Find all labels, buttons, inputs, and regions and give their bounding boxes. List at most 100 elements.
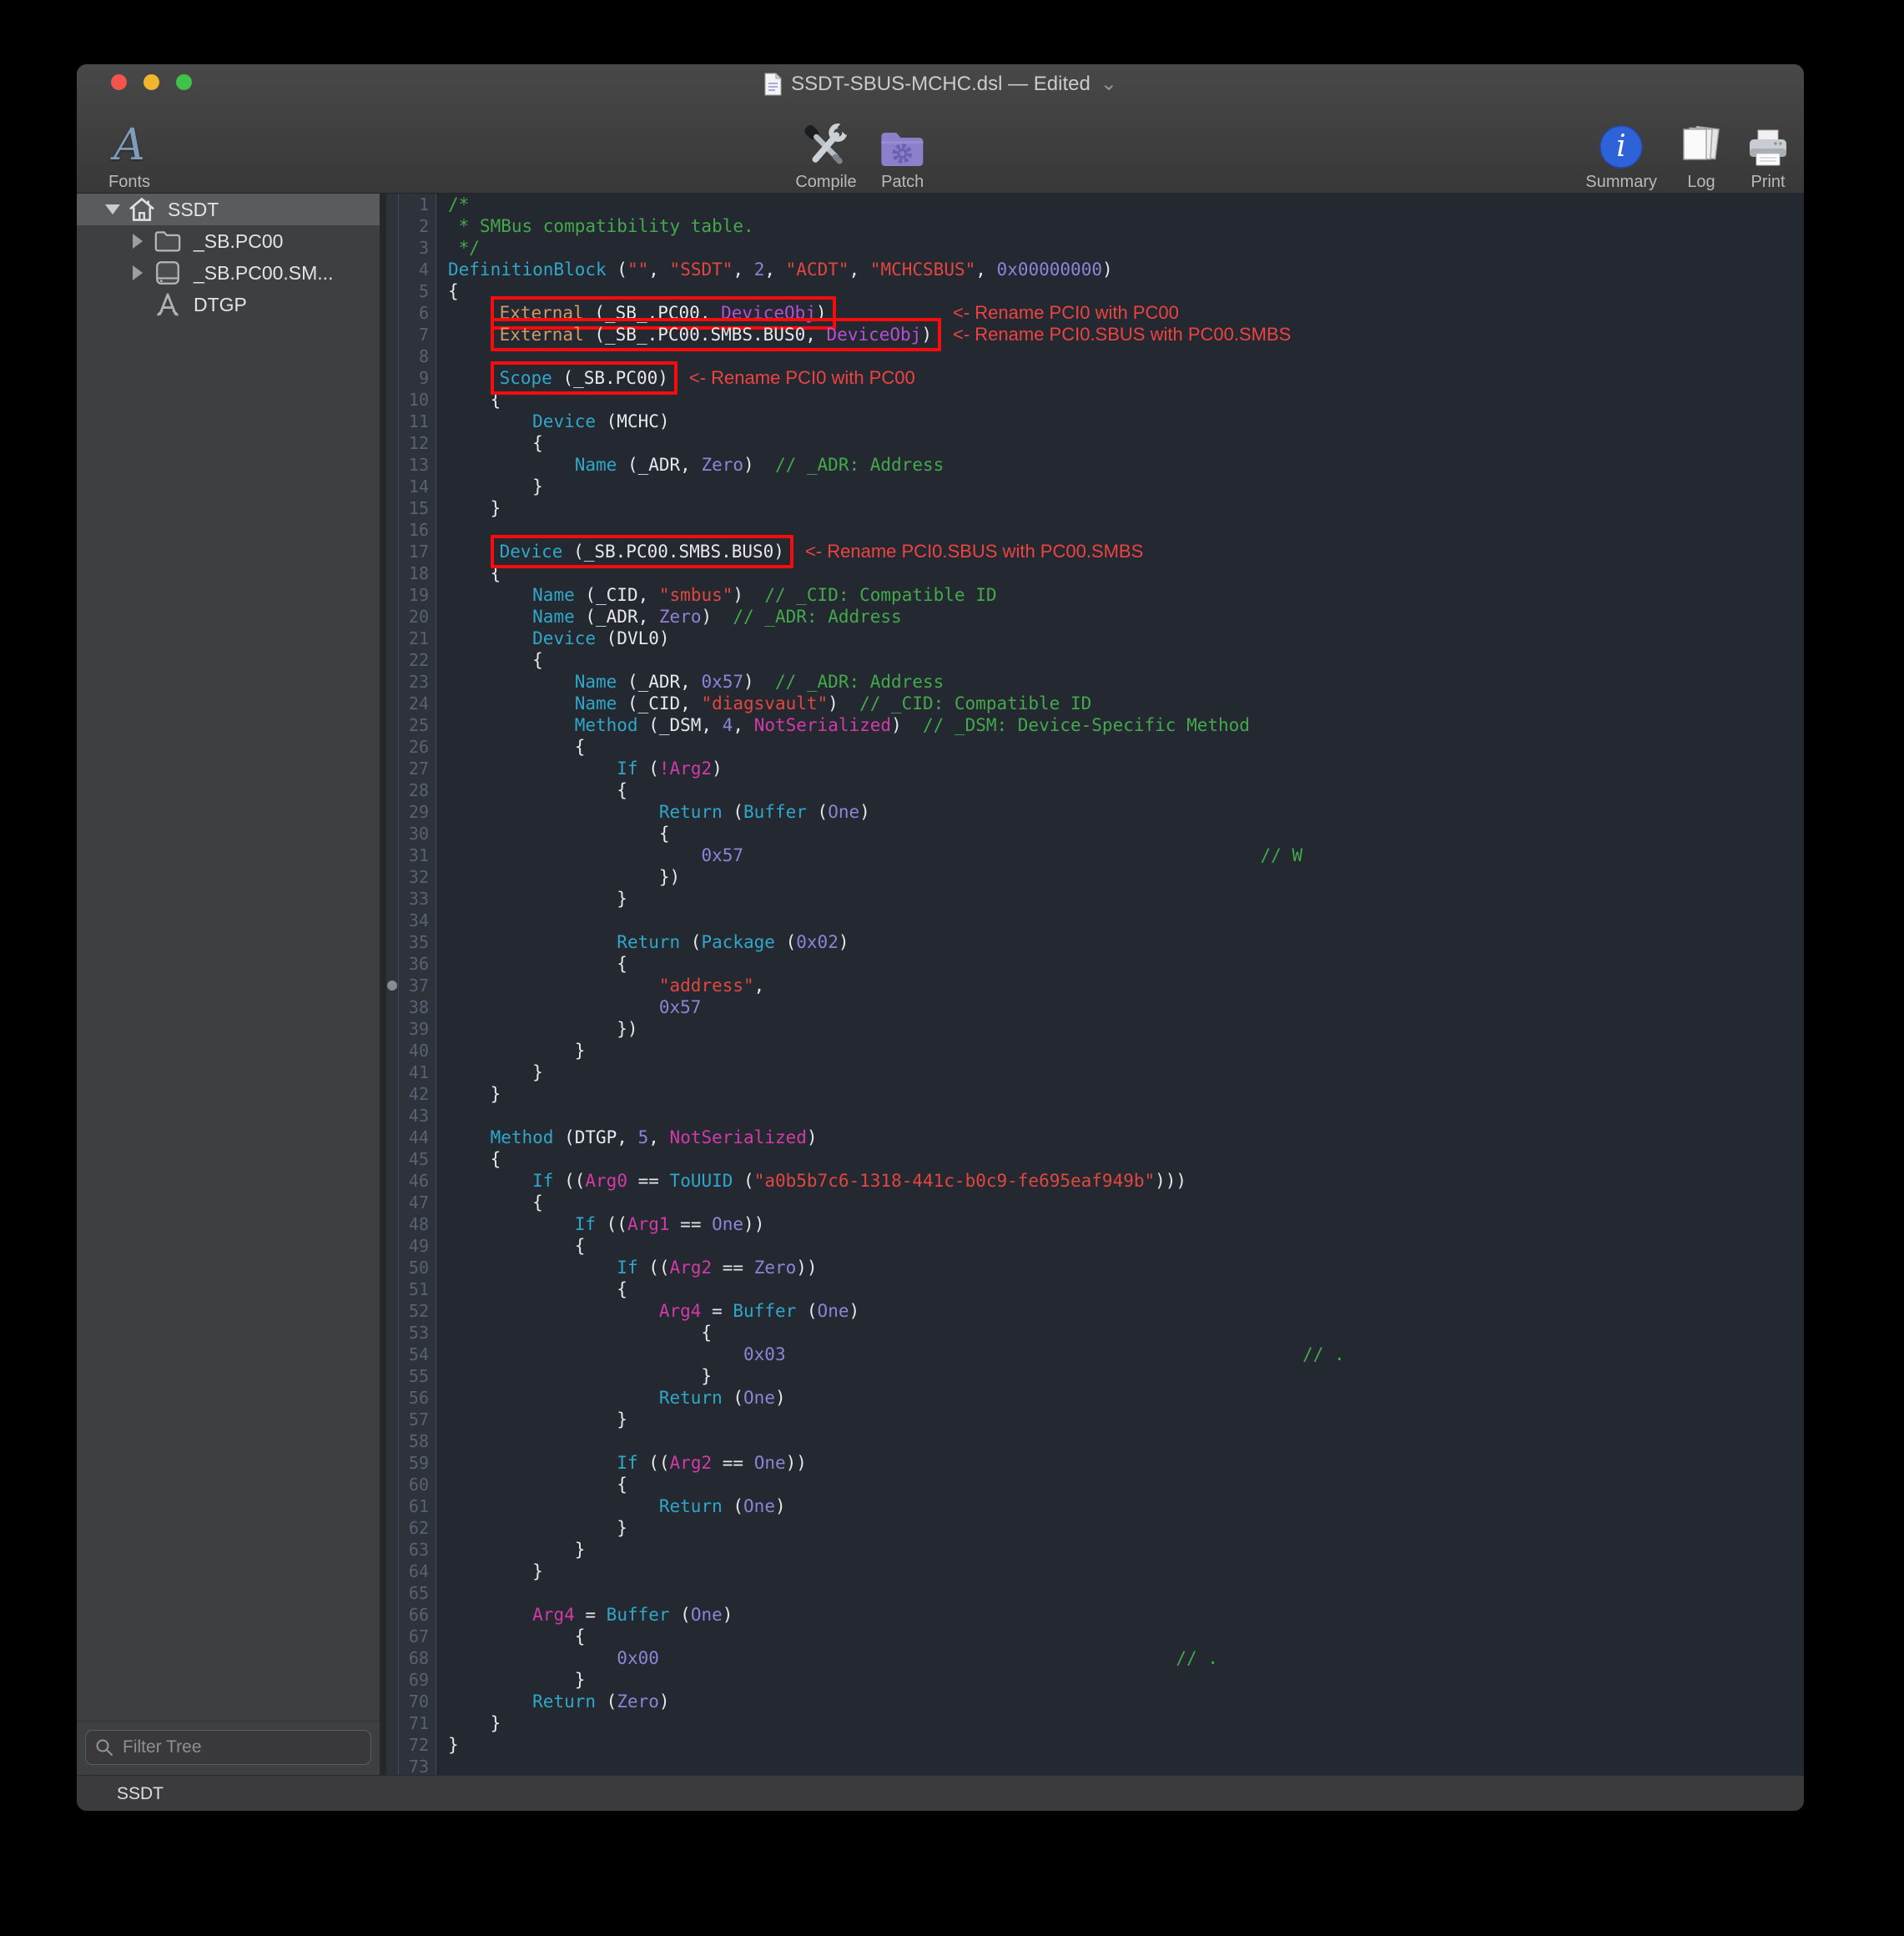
disclosure-collapsed-icon[interactable] [133, 234, 143, 249]
code-line[interactable]: 46 If ((Arg0 == ToUUID ("a0b5b7c6-1318-4… [386, 1170, 1804, 1192]
titlebar[interactable]: SSDT-SBUS-MCHC.dsl — Edited ⌄ [77, 64, 1804, 99]
code-token: ) [921, 325, 932, 345]
code-line[interactable]: 30 { [386, 823, 1804, 844]
code-line[interactable]: 22 { [386, 649, 1804, 671]
code-line[interactable]: 17 Device (_SB.PC00.SMBS.BUS0)<- Rename … [386, 541, 1804, 562]
code-line[interactable]: 2 * SMBus compatibility table. [386, 215, 1804, 237]
code-line[interactable]: 53 { [386, 1322, 1804, 1344]
disclosure-collapsed-icon[interactable] [133, 265, 143, 280]
code-line[interactable]: 47 { [386, 1192, 1804, 1213]
code-line[interactable]: 33 } [386, 888, 1804, 910]
code-line[interactable]: 45 { [386, 1148, 1804, 1170]
log-icon [1679, 114, 1724, 169]
summary-button[interactable]: i Summary [1585, 114, 1657, 193]
statusbar: SSDT [77, 1775, 1804, 1811]
code-line[interactable]: 63 } [386, 1539, 1804, 1560]
log-button[interactable]: Log [1679, 114, 1724, 193]
code-line[interactable]: 15 } [386, 497, 1804, 519]
code-line[interactable]: 67 { [386, 1626, 1804, 1647]
code-line[interactable]: 49 { [386, 1235, 1804, 1257]
code-line[interactable]: 12 { [386, 432, 1804, 454]
sidebar-editor-divider[interactable] [380, 194, 386, 1775]
code-line[interactable]: 71 } [386, 1712, 1804, 1734]
code-line[interactable]: 61 Return (One) [386, 1495, 1804, 1517]
code-line[interactable]: 56 Return (One) [386, 1387, 1804, 1409]
code-line[interactable]: 44 Method (DTGP, 5, NotSerialized) [386, 1127, 1804, 1148]
gutter-cell: 1 [386, 194, 436, 215]
code-line[interactable]: 24 Name (_CID, "diagsvault") // _CID: Co… [386, 693, 1804, 714]
code-line[interactable]: 7 External (_SB_.PC00.SMBS.BUS0, DeviceO… [386, 324, 1804, 345]
sidebar-item-sb-pc00[interactable]: _SB.PC00 [77, 225, 380, 257]
code-line[interactable]: 40 } [386, 1040, 1804, 1061]
code-token: { [448, 780, 627, 800]
code-line[interactable]: 68 0x00 // . [386, 1647, 1804, 1669]
code-line[interactable]: 42 } [386, 1083, 1804, 1105]
sidebar-item-sb-pc00-smbs[interactable]: _SB.PC00.SM... [77, 257, 380, 289]
code-line[interactable]: 58 [386, 1430, 1804, 1452]
code-line[interactable]: 54 0x03 // . [386, 1344, 1804, 1365]
code-token: ) [775, 1496, 786, 1516]
code-line[interactable]: 38 0x57 [386, 996, 1804, 1018]
code-line[interactable]: 14 } [386, 476, 1804, 497]
code-line[interactable]: 36 { [386, 953, 1804, 975]
code-line[interactable]: 48 If ((Arg1 == One)) [386, 1213, 1804, 1235]
code-line[interactable]: 43 [386, 1105, 1804, 1127]
code-line[interactable]: 4DefinitionBlock ("", "SSDT", 2, "ACDT",… [386, 259, 1804, 280]
code-line[interactable]: 35 Return (Package (0x02) [386, 931, 1804, 953]
code-line[interactable]: 1/* [386, 194, 1804, 215]
code-token: )) [743, 1214, 764, 1234]
filter-tree-input[interactable] [85, 1730, 371, 1765]
code-line[interactable]: 73 [386, 1756, 1804, 1775]
code-line[interactable]: 39 }) [386, 1018, 1804, 1040]
gutter-cell: 14 [386, 476, 436, 497]
code-line[interactable]: 29 Return (Buffer (One) [386, 801, 1804, 823]
code-line[interactable]: 60 { [386, 1474, 1804, 1495]
title-menu-chevron[interactable]: ⌄ [1101, 72, 1117, 96]
code-line[interactable]: 70 Return (Zero) [386, 1691, 1804, 1712]
code-line[interactable]: 9 Scope (_SB.PC00)<- Rename PCI0 with PC… [386, 367, 1804, 389]
code-line[interactable]: 72} [386, 1734, 1804, 1756]
code-line[interactable]: 11 Device (MCHC) [386, 411, 1804, 432]
code-line[interactable]: 13 Name (_ADR, Zero) // _ADR: Address [386, 454, 1804, 476]
code-line[interactable]: 20 Name (_ADR, Zero) // _ADR: Address [386, 606, 1804, 628]
code-line[interactable]: 28 { [386, 779, 1804, 801]
code-token: // _ADR: Address [775, 455, 944, 475]
code-line[interactable]: 69 } [386, 1669, 1804, 1691]
code-token: "smbus" [659, 585, 733, 605]
line-number: 71 [399, 1712, 436, 1734]
line-number: 60 [399, 1474, 436, 1495]
compile-button[interactable]: Compile [795, 114, 856, 193]
code-line[interactable]: 27 If (!Arg2) [386, 758, 1804, 779]
code-line[interactable]: 41 } [386, 1061, 1804, 1083]
code-line[interactable]: 66 Arg4 = Buffer (One) [386, 1604, 1804, 1626]
sidebar-item-ssdt[interactable]: SSDT [77, 194, 380, 225]
code-editor[interactable]: 1/*2 * SMBus compatibility table.3 */4De… [386, 194, 1804, 1775]
code-line[interactable]: 52 Arg4 = Buffer (One) [386, 1300, 1804, 1322]
code-token [448, 715, 575, 735]
code-line[interactable]: 57 } [386, 1409, 1804, 1430]
code-line[interactable]: 37 "address", [386, 975, 1804, 996]
patch-button[interactable]: Patch [879, 114, 927, 193]
code-line[interactable]: 25 Method (_DSM, 4, NotSerialized) // _D… [386, 714, 1804, 736]
code-line[interactable]: 23 Name (_ADR, 0x57) // _ADR: Address [386, 671, 1804, 693]
code-line[interactable]: 65 [386, 1582, 1804, 1604]
print-button[interactable]: Print [1745, 114, 1791, 193]
code-line[interactable]: 21 Device (DVL0) [386, 628, 1804, 649]
code-line[interactable]: 55 } [386, 1365, 1804, 1387]
code-line[interactable]: 64 } [386, 1560, 1804, 1582]
fonts-button[interactable]: A Fonts [108, 114, 150, 193]
code-line[interactable]: 51 { [386, 1278, 1804, 1300]
code-line[interactable]: 26 { [386, 736, 1804, 758]
code-line[interactable]: 62 } [386, 1517, 1804, 1539]
code-line[interactable]: 32 }) [386, 866, 1804, 888]
disclosure-expanded-icon[interactable] [105, 204, 120, 214]
code-line[interactable]: 34 [386, 910, 1804, 931]
gutter-cell: 53 [386, 1322, 436, 1344]
code-token: ( [638, 759, 659, 779]
code-line[interactable]: 50 If ((Arg2 == Zero)) [386, 1257, 1804, 1278]
sidebar-item-dtgp[interactable]: DTGP [77, 289, 380, 320]
code-line[interactable]: 19 Name (_CID, "smbus") // _CID: Compati… [386, 584, 1804, 606]
code-line[interactable]: 59 If ((Arg2 == One)) [386, 1452, 1804, 1474]
code-line[interactable]: 31 0x57 // W [386, 844, 1804, 866]
code-line[interactable]: 3 */ [386, 237, 1804, 259]
